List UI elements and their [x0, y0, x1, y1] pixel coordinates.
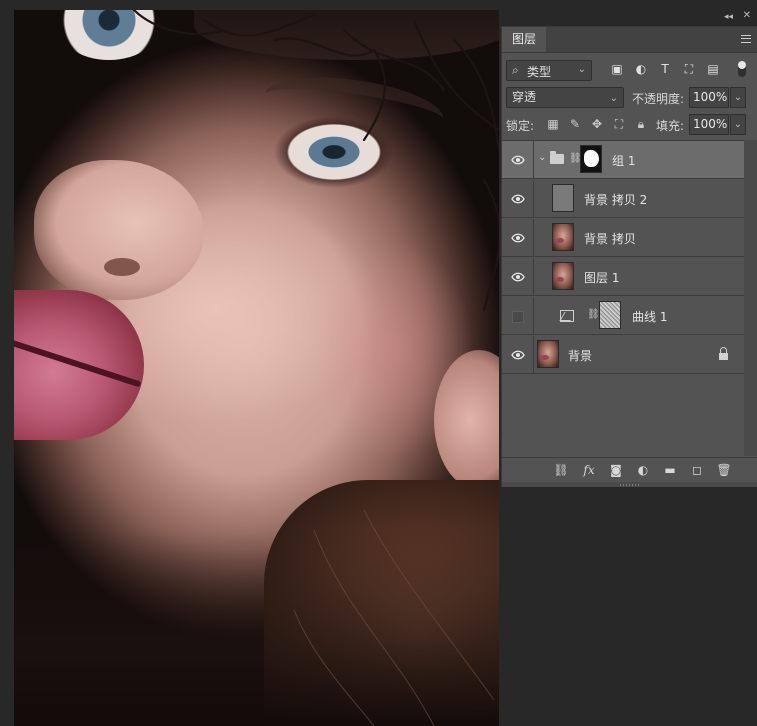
- opacity-input[interactable]: 100%: [689, 87, 729, 108]
- lock-position-icon[interactable]: ✥: [590, 117, 604, 131]
- new-group-folder-icon[interactable]: ▬: [661, 462, 679, 478]
- filter-type-icon[interactable]: T: [658, 62, 672, 76]
- layer-mask-thumbnail[interactable]: [580, 145, 602, 173]
- chevron-down-icon: ⌄: [577, 64, 586, 75]
- visibility-eye-icon[interactable]: [502, 336, 534, 373]
- visibility-off-icon[interactable]: [502, 297, 534, 334]
- layer-name[interactable]: 背景: [568, 347, 592, 364]
- lock-brush-icon[interactable]: ✎: [568, 117, 582, 131]
- filter-adjustment-icon[interactable]: ◐: [634, 62, 648, 76]
- layer-row-background[interactable]: 背景: [502, 336, 744, 374]
- document-canvas[interactable]: [0, 0, 500, 726]
- layer-thumbnail[interactable]: [552, 223, 574, 251]
- tab-layers[interactable]: 图层: [502, 27, 547, 52]
- layer-name[interactable]: 图层 1: [584, 269, 619, 286]
- layers-list: ⌄ ⛓ 组 1 背景 拷贝 2 背景 拷贝 图层 1 ⛓ 曲线 1 背景: [502, 140, 744, 377]
- layers-panel: 图层 ⌕ 类型 ⌄ ▣ ◐ T ⛶ ▤ 穿透 ⌄ 不透明度: 100% ⌄ 锁定…: [501, 26, 757, 488]
- opacity-label: 不透明度:: [632, 92, 685, 106]
- blend-mode-value: 穿透: [512, 90, 537, 104]
- visibility-eye-icon[interactable]: [502, 219, 534, 256]
- blend-mode-select[interactable]: 穿透 ⌄: [506, 87, 624, 108]
- layer-filter-row: ⌕ 类型 ⌄ ▣ ◐ T ⛶ ▤: [506, 60, 754, 82]
- photo-hair-strands: [132, 10, 499, 726]
- layer-name[interactable]: 组 1: [612, 152, 635, 169]
- layers-scrollbar[interactable]: [744, 140, 757, 456]
- empty-dock-area: [500, 487, 757, 726]
- filter-kind-label: 类型: [527, 65, 552, 79]
- panel-tab-bar: 图层: [502, 27, 757, 53]
- lock-transparent-icon[interactable]: ▦: [546, 117, 560, 131]
- filter-shape-icon[interactable]: ⛶: [682, 62, 696, 76]
- close-panel-icon[interactable]: ✕: [743, 11, 751, 21]
- fill-dropdown-button[interactable]: ⌄: [730, 114, 746, 135]
- visibility-eye-icon[interactable]: [502, 258, 534, 295]
- layers-bottom-toolbar: ⛓ fx ◙ ◐ ▬ ◻ 🗑︎: [502, 457, 757, 482]
- delete-layer-trash-icon[interactable]: 🗑︎: [715, 462, 733, 478]
- opacity-dropdown-button[interactable]: ⌄: [730, 87, 746, 108]
- filter-kind-select[interactable]: ⌕ 类型 ⌄: [506, 60, 592, 81]
- blend-row: 穿透 ⌄ 不透明度: 100% ⌄: [506, 87, 754, 109]
- layer-name[interactable]: 背景 拷贝 2: [584, 191, 647, 208]
- layer-name[interactable]: 背景 拷贝: [584, 230, 636, 247]
- layer-row-background-copy-2[interactable]: 背景 拷贝 2: [502, 180, 744, 218]
- fill-label: 填充:: [656, 119, 685, 133]
- lock-label: 锁定:: [506, 119, 535, 133]
- chain-link-icon[interactable]: ⛓: [569, 152, 582, 165]
- layer-thumbnail[interactable]: [537, 340, 559, 368]
- panel-dock-header: ◂◂ ✕: [500, 0, 757, 26]
- layer-thumbnail[interactable]: [552, 262, 574, 290]
- chevron-down-icon: ⌄: [609, 93, 618, 104]
- portrait-photo[interactable]: [14, 10, 499, 726]
- new-adjustment-layer-icon[interactable]: ◐: [634, 462, 652, 478]
- layer-row-layer-1[interactable]: 图层 1: [502, 258, 744, 296]
- layer-row-curves-1[interactable]: ⛓ 曲线 1: [502, 297, 744, 335]
- lock-icon: [719, 347, 728, 360]
- layer-mask-thumbnail[interactable]: [599, 301, 621, 329]
- curves-adjustment-icon[interactable]: [560, 310, 574, 322]
- search-icon: ⌕: [512, 63, 519, 77]
- fill-input[interactable]: 100%: [689, 114, 729, 135]
- layer-style-fx-button[interactable]: fx: [580, 462, 598, 478]
- panel-menu-icon[interactable]: [741, 35, 751, 43]
- lock-row: 锁定: ▦ ✎ ✥ ⛶ 🔒︎ 填充: 100% ⌄: [506, 114, 754, 136]
- filter-pixel-icon[interactable]: ▣: [610, 62, 624, 76]
- collapse-panels-icon[interactable]: ◂◂: [724, 12, 733, 22]
- layer-name[interactable]: 曲线 1: [632, 308, 667, 325]
- layer-row-group-1[interactable]: ⌄ ⛓ 组 1: [502, 141, 744, 179]
- lock-artboard-icon[interactable]: ⛶: [612, 117, 626, 131]
- folder-icon: [550, 151, 564, 164]
- chain-link-icon[interactable]: ⛓: [587, 308, 600, 321]
- lock-all-icon[interactable]: 🔒︎: [634, 117, 648, 131]
- add-mask-icon[interactable]: ◙: [607, 462, 625, 478]
- new-layer-icon[interactable]: ◻: [688, 462, 706, 478]
- visibility-eye-icon[interactable]: [502, 141, 534, 178]
- filter-toggle-switch[interactable]: [738, 61, 746, 77]
- link-layers-icon[interactable]: ⛓: [552, 462, 570, 478]
- layer-row-background-copy[interactable]: 背景 拷贝: [502, 219, 744, 257]
- chevron-down-icon[interactable]: ⌄: [538, 152, 546, 163]
- layer-thumbnail[interactable]: [552, 184, 574, 212]
- visibility-eye-icon[interactable]: [502, 180, 534, 217]
- filter-smart-object-icon[interactable]: ▤: [706, 62, 720, 76]
